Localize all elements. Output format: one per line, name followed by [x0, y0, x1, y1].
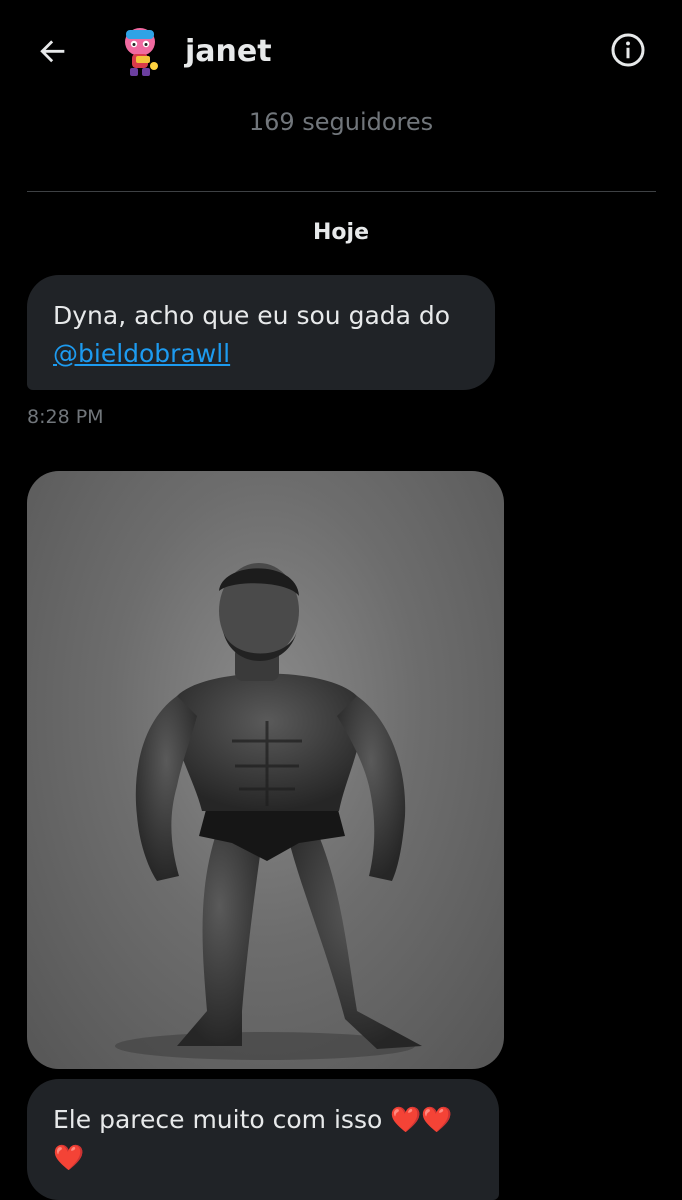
message-bubble-received[interactable]: Ele parece muito com isso ❤️❤️❤️ — [27, 1079, 499, 1200]
message-bubble-received[interactable]: Dyna, acho que eu sou gada do @bieldobra… — [27, 275, 495, 390]
header-divider — [27, 191, 656, 192]
avatar-image — [125, 28, 158, 76]
muscular-man-photo — [115, 563, 422, 1060]
arrow-left-icon — [40, 40, 65, 63]
followers-count: 169 seguidores — [248, 108, 434, 136]
back-button[interactable] — [30, 28, 76, 74]
info-button[interactable] — [605, 27, 651, 73]
date-separator: Hoje — [313, 220, 369, 245]
message-text: Dyna, acho que eu sou gada do — [53, 301, 451, 330]
message-media-image[interactable] — [27, 471, 504, 1069]
conversation-header: janet — [0, 0, 682, 104]
avatar[interactable] — [110, 22, 170, 82]
conversation-username[interactable]: janet — [185, 30, 272, 74]
message-timestamp: 8:28 PM — [27, 406, 104, 428]
info-circle-icon — [611, 33, 645, 67]
mention-link[interactable]: @bieldobrawll — [53, 339, 230, 368]
message-text: Ele parece muito com isso — [53, 1105, 383, 1134]
